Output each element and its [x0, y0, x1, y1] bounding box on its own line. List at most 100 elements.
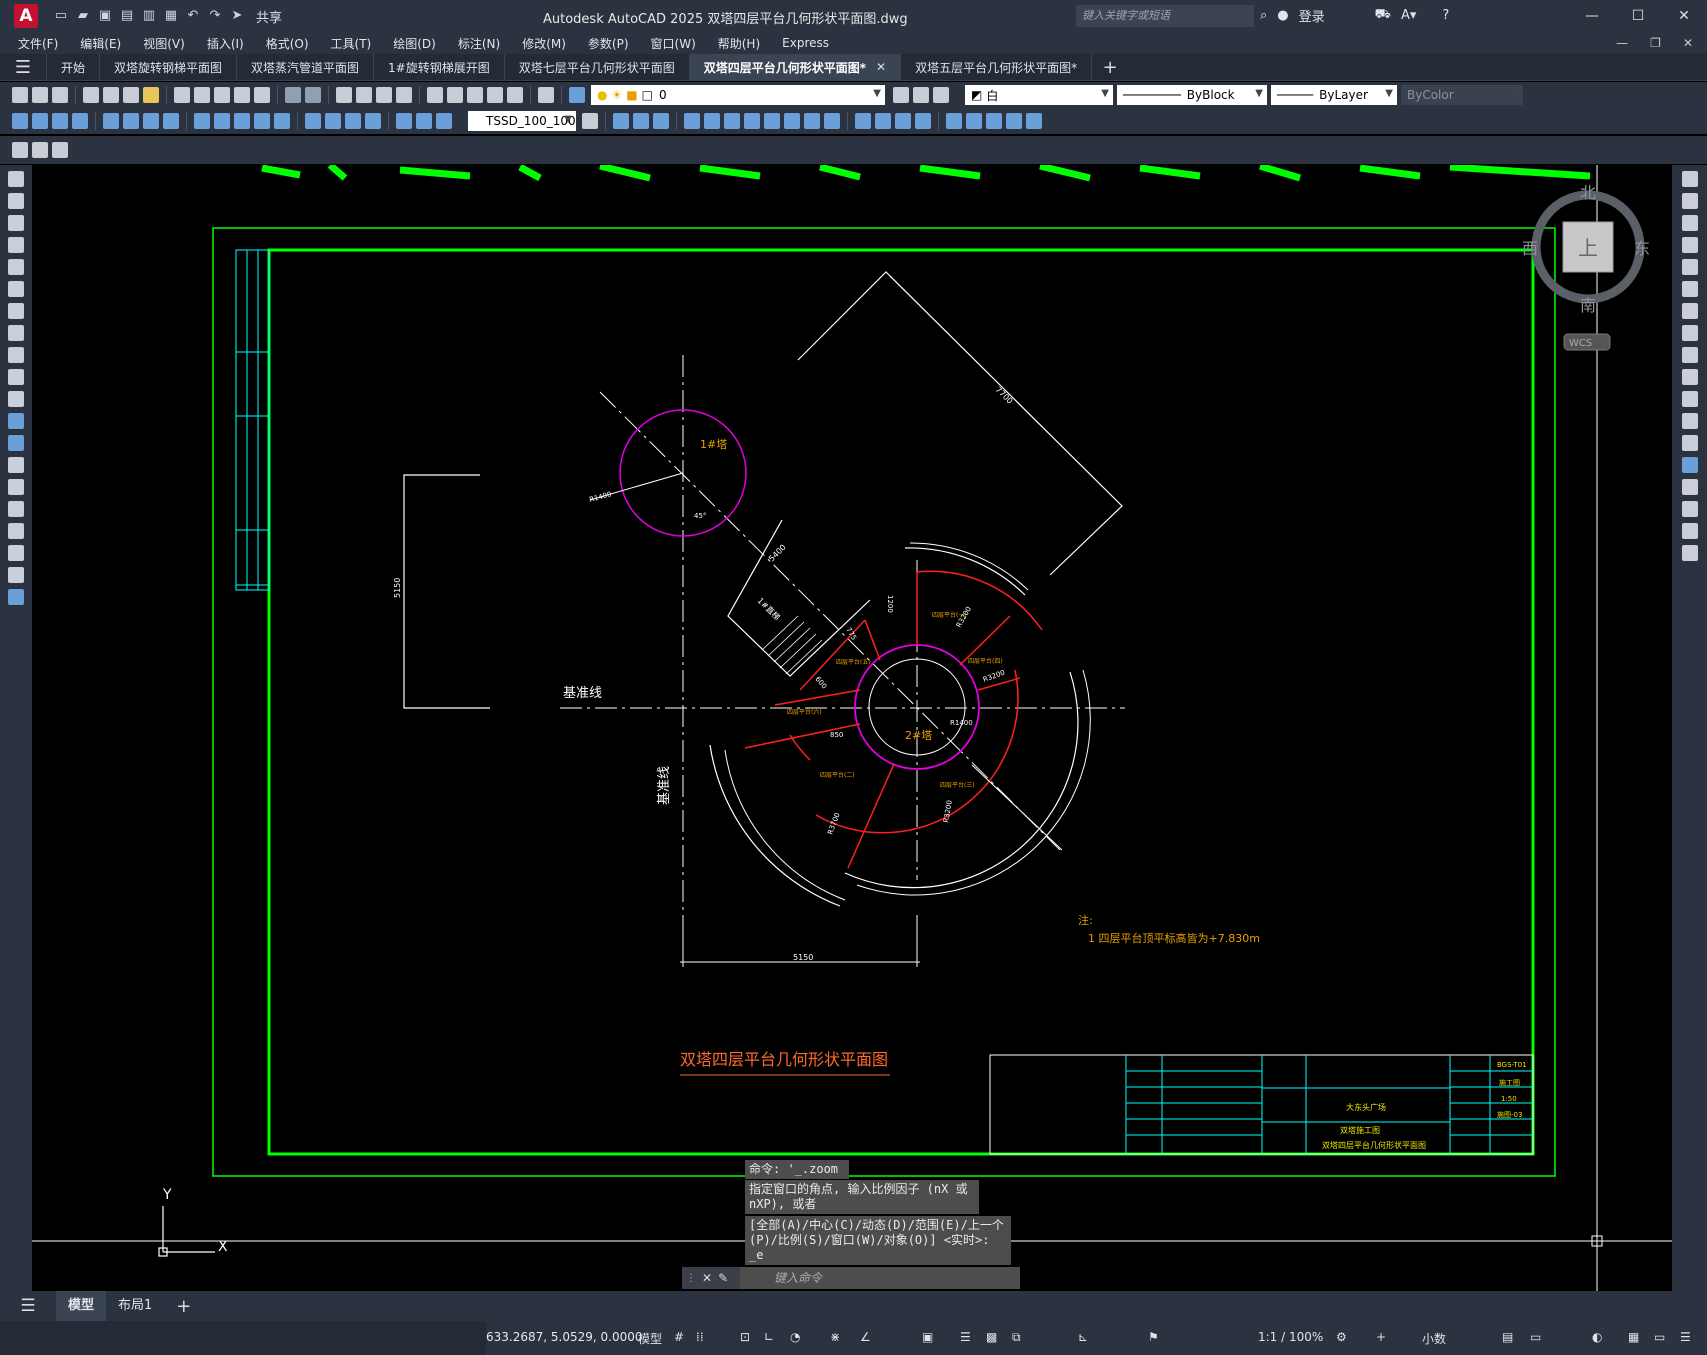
- new-icon[interactable]: [12, 87, 28, 103]
- layer-tool-icon[interactable]: [915, 113, 931, 129]
- share-icon[interactable]: ➤: [228, 7, 246, 25]
- menu-dimension[interactable]: 标注(N): [458, 35, 500, 52]
- layer-tool-icon[interactable]: [855, 113, 871, 129]
- arc-length-icon[interactable]: [52, 113, 68, 129]
- print-icon[interactable]: [83, 87, 99, 103]
- offset-icon[interactable]: [1681, 237, 1698, 253]
- redo-icon[interactable]: [305, 87, 321, 103]
- layer-tool-icon[interactable]: [804, 113, 820, 129]
- lock-icon[interactable]: ■: [626, 88, 637, 102]
- tab-file[interactable]: 双塔五层平台几何形状平面图*: [900, 54, 1091, 80]
- spline-icon[interactable]: [8, 347, 24, 363]
- graphics-performance-icon[interactable]: ▦: [1628, 1330, 1639, 1344]
- layer-tool-icon[interactable]: [1006, 113, 1022, 129]
- cut-icon[interactable]: [174, 87, 190, 103]
- customization-icon[interactable]: ☰: [1680, 1330, 1691, 1344]
- login-button[interactable]: 登录: [1299, 6, 1325, 25]
- explode-icon[interactable]: [1681, 545, 1698, 561]
- plotstyle-dropdown[interactable]: ByColor ▼: [1401, 85, 1523, 105]
- construction-line-icon[interactable]: [8, 193, 24, 209]
- layer-tool-icon[interactable]: [966, 113, 982, 129]
- aligned-dim-icon[interactable]: [32, 113, 48, 129]
- jogged-dim-icon[interactable]: [123, 113, 139, 129]
- linetype-dropdown[interactable]: ──────── ByBlock ▼: [1117, 85, 1267, 105]
- menu-modify[interactable]: 修改(M): [522, 35, 566, 52]
- design-center-icon[interactable]: [447, 87, 463, 103]
- dim-break-icon[interactable]: [274, 113, 290, 129]
- zoom-window-icon[interactable]: [376, 87, 392, 103]
- menu-window[interactable]: 窗口(W): [651, 35, 696, 52]
- doc-minimize-icon[interactable]: —: [1616, 32, 1628, 54]
- inspection-icon[interactable]: [345, 113, 361, 129]
- grid-icon[interactable]: #: [674, 1330, 684, 1344]
- plus-icon[interactable]: +: [1376, 1330, 1386, 1344]
- ellipse-icon[interactable]: [8, 369, 24, 385]
- break-icon[interactable]: [1681, 435, 1698, 451]
- redo-icon[interactable]: ↷: [206, 7, 224, 25]
- isolate-objects-icon[interactable]: ◐: [1592, 1330, 1602, 1344]
- join-icon[interactable]: [1681, 457, 1698, 473]
- new-tab-icon[interactable]: +: [1091, 54, 1128, 80]
- sheet-set-icon[interactable]: [487, 87, 503, 103]
- viewcube[interactable]: 上 北 南 东 西 WCS: [1522, 183, 1650, 351]
- trim-icon[interactable]: [1681, 369, 1698, 385]
- menu-view[interactable]: 视图(V): [143, 35, 185, 52]
- add-layout-icon[interactable]: +: [164, 1296, 203, 1317]
- revision-cloud-icon[interactable]: [8, 325, 24, 341]
- blend-curves-icon[interactable]: [1681, 523, 1698, 539]
- menu-parametric[interactable]: 参数(P): [588, 35, 629, 52]
- copy-icon[interactable]: [194, 87, 210, 103]
- diameter-dim-icon[interactable]: [143, 113, 159, 129]
- close-command-icon[interactable]: ✕: [702, 1271, 712, 1285]
- layer-properties-icon[interactable]: [569, 87, 585, 103]
- center-mark-icon[interactable]: [325, 113, 341, 129]
- layer-tool-icon[interactable]: [946, 113, 962, 129]
- isodraft-icon[interactable]: ⋇: [830, 1330, 840, 1344]
- menu-tools[interactable]: 工具(T): [331, 35, 372, 52]
- tab-file[interactable]: 1#旋转钢梯展开图: [373, 54, 504, 80]
- user-icon[interactable]: ●: [1277, 8, 1288, 23]
- zoom-realtime-icon[interactable]: [356, 87, 372, 103]
- model-space-toggle[interactable]: 模型: [638, 1330, 662, 1347]
- tab-start[interactable]: 开始: [46, 54, 99, 80]
- layer-previous-icon[interactable]: [913, 87, 929, 103]
- annotation-visibility-icon[interactable]: ⚑: [1148, 1330, 1159, 1344]
- layer-tool-icon[interactable]: [653, 113, 669, 129]
- search-input[interactable]: 键入关键字或短语: [1076, 5, 1254, 27]
- layer-tool-icon[interactable]: [613, 113, 629, 129]
- calculator-icon[interactable]: [507, 87, 523, 103]
- publish-icon[interactable]: [123, 87, 139, 103]
- tab-file[interactable]: 双塔蒸汽管道平面图: [236, 54, 373, 80]
- light-bulb-icon[interactable]: ●: [597, 88, 607, 102]
- spell-check-icon[interactable]: [52, 142, 68, 158]
- radius-dim-icon[interactable]: [103, 113, 119, 129]
- coordinate-readout[interactable]: 633.2687, 5.0529, 0.0000: [486, 1330, 643, 1344]
- gradient-icon[interactable]: [8, 501, 24, 517]
- polyline-icon[interactable]: [8, 215, 24, 231]
- plot-icon[interactable]: ▦: [162, 7, 180, 25]
- tab-model[interactable]: 模型: [56, 1291, 107, 1321]
- undo-icon[interactable]: ↶: [184, 7, 202, 25]
- layer-tool-icon[interactable]: [784, 113, 800, 129]
- workspace-gear-icon[interactable]: ⚙: [1336, 1330, 1347, 1344]
- close-icon[interactable]: ✕: [1661, 0, 1707, 32]
- lineweight-icon[interactable]: ☰: [960, 1330, 971, 1344]
- tab-file-active[interactable]: 双塔四层平台几何形状平面图* ✕: [688, 54, 901, 80]
- drawing-canvas[interactable]: 5150 1#塔 R1400 45° 7700 5400 1#直梯 2#塔 四层…: [32, 162, 1672, 1291]
- find-text-icon[interactable]: [32, 142, 48, 158]
- help-icon[interactable]: [538, 87, 554, 103]
- layer-tool-icon[interactable]: [875, 113, 891, 129]
- customize-icon[interactable]: ✎: [718, 1271, 728, 1285]
- edit-text-icon[interactable]: [12, 142, 28, 158]
- layer-tool-icon[interactable]: [1026, 113, 1042, 129]
- ordinate-dim-icon[interactable]: [72, 113, 88, 129]
- doc-restore-icon[interactable]: ❐: [1650, 32, 1661, 54]
- table-icon[interactable]: [8, 545, 24, 561]
- layer-state-icon[interactable]: [933, 87, 949, 103]
- menu-express[interactable]: Express: [782, 36, 829, 50]
- object-snap-tracking-icon[interactable]: ∠: [860, 1330, 871, 1344]
- layer-dropdown[interactable]: ● ☀ ■ □ 0 ▼: [591, 85, 885, 105]
- layer-tool-icon[interactable]: [633, 113, 649, 129]
- layer-tool-icon[interactable]: [704, 113, 720, 129]
- snap-icon[interactable]: ⁞⁞: [696, 1330, 704, 1344]
